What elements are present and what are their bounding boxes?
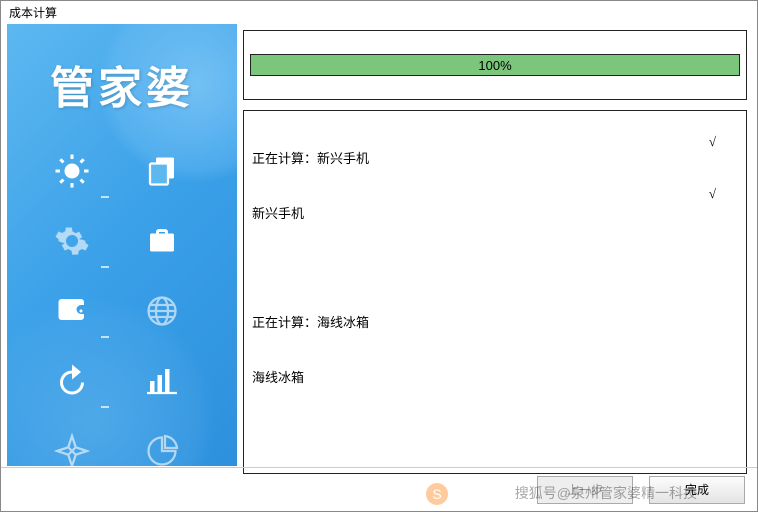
main-content: 管家婆	[1, 24, 757, 474]
undo-icon	[47, 356, 97, 406]
log-line: 新兴手机	[252, 206, 738, 224]
globe-icon	[137, 286, 187, 336]
gear-icon	[47, 216, 97, 266]
progress-container: 100%	[243, 30, 747, 100]
footer-bar: 上一步 完成	[1, 467, 757, 511]
progress-bar: 100%	[250, 54, 740, 76]
window-title: 成本计算	[1, 1, 757, 24]
pie-chart-icon	[137, 426, 187, 466]
finish-button[interactable]: 完成	[649, 476, 745, 504]
checkmark-icon: √	[709, 185, 716, 203]
sun-icon	[47, 146, 97, 196]
prev-button[interactable]: 上一步	[537, 476, 633, 504]
log-line: 正在计算：新兴手机	[252, 151, 738, 169]
checkmark-icon: √	[709, 133, 716, 151]
wallet-icon	[47, 286, 97, 336]
watermark-logo-icon: S	[426, 483, 448, 505]
log-line: 正在计算：海线冰箱	[252, 315, 738, 333]
briefcase-icon	[137, 216, 187, 266]
sidebar-panel: 管家婆	[7, 24, 237, 466]
copy-icon	[137, 146, 187, 196]
bar-chart-icon	[137, 356, 187, 406]
log-output: 正在计算：新兴手机 新兴手机 √ 正在计算：海线冰箱 海线冰箱 √ 成本计算完成…	[243, 110, 747, 474]
progress-text: 100%	[478, 58, 511, 73]
brand-logo-text: 管家婆	[7, 24, 237, 126]
content-panel: 100% 正在计算：新兴手机 新兴手机 √ 正在计算：海线冰箱 海线冰箱 √ 成…	[239, 24, 751, 474]
star-icon	[47, 426, 97, 466]
sidebar-icon-grid	[7, 126, 237, 466]
log-line: 海线冰箱	[252, 370, 738, 388]
